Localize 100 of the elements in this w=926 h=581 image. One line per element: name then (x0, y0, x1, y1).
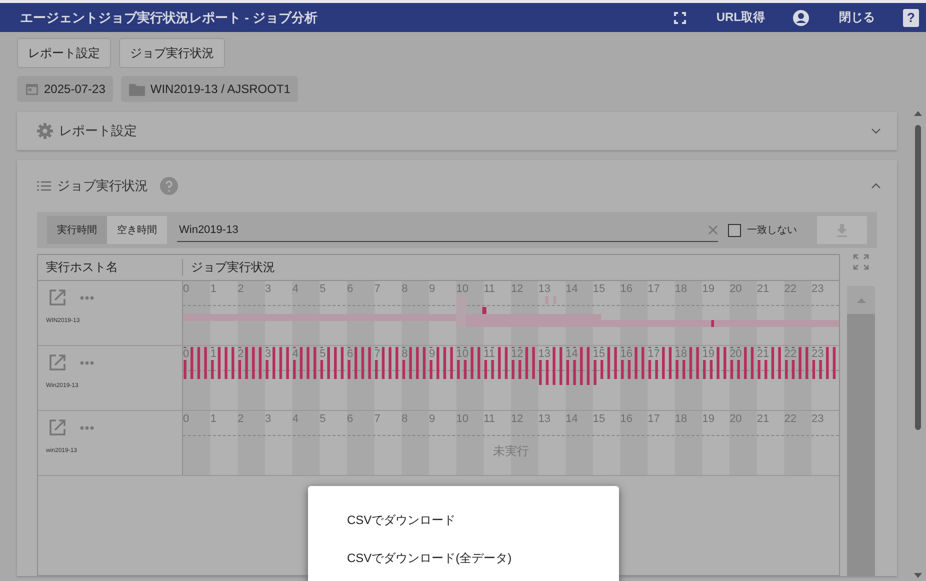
hour-label: 3 (264, 283, 272, 295)
hour-label: 17 (648, 413, 660, 425)
hour-label: 13 (538, 283, 551, 295)
hour-label: 16 (620, 348, 632, 360)
hour-label: 1 (210, 283, 216, 295)
hour-label: 13 (538, 348, 551, 360)
more-icon[interactable] (80, 360, 94, 364)
hour-label: 15 (592, 283, 606, 295)
hour-label: 2 (238, 283, 244, 295)
hour-label: 3 (264, 348, 272, 360)
hour-label: 20 (730, 413, 742, 425)
hour-label: 10 (456, 283, 469, 295)
help-icon[interactable] (160, 177, 178, 195)
hour-label: 5 (320, 348, 326, 360)
hour-label: 19 (702, 348, 714, 360)
checkbox-label: 一致しない (747, 224, 797, 237)
edit-icon[interactable] (49, 419, 66, 436)
nav-button[interactable]: レポート設定 (17, 38, 111, 68)
hour-label: 3 (264, 413, 272, 425)
nav-button[interactable]: ジョブ実行状況 (119, 38, 225, 68)
download-icon (836, 224, 848, 236)
menu-item[interactable]: CSVでダウンロード(全データ) (308, 544, 551, 570)
hour-label: 18 (674, 348, 688, 360)
hour-label: 0 (183, 413, 190, 425)
expand-icon[interactable] (853, 254, 869, 270)
clear-icon[interactable] (708, 224, 718, 234)
close-button[interactable]: 閉じる (839, 9, 875, 26)
hour-label: 14 (566, 413, 578, 425)
panel-header[interactable]: レポート設定 (17, 112, 897, 150)
more-icon[interactable] (80, 296, 94, 300)
hour-label: 9 (428, 348, 436, 360)
hour-label: 6 (346, 283, 354, 295)
hour-label: 5 (320, 413, 326, 425)
menu-item[interactable]: CSVでダウンロード (308, 506, 495, 532)
hour-label: 11 (484, 348, 496, 360)
url-button[interactable]: URL取得 (716, 9, 765, 26)
hour-label: 8 (402, 348, 408, 360)
hour-label: 11 (484, 283, 496, 295)
hour-label: 23 (812, 283, 824, 295)
hour-label: 16 (620, 283, 632, 295)
scrollbar[interactable] (847, 286, 875, 576)
folder-chip[interactable]: WIN2019-13 / AJSROOT1 (121, 76, 298, 102)
hour-label: 17 (648, 283, 660, 295)
hour-label: 1 (210, 413, 216, 425)
edit-icon[interactable] (49, 289, 66, 306)
filter-field[interactable]: Win2019-13 (177, 222, 708, 236)
hour-label: 14 (566, 348, 578, 360)
hour-label: 7 (374, 413, 380, 425)
hour-label: 10 (456, 413, 469, 425)
hour-label: 2 (238, 348, 244, 360)
more-icon[interactable] (80, 426, 94, 430)
date-chip[interactable]: 2025-07-23 (17, 76, 114, 102)
list-icon (37, 181, 51, 191)
hour-label: 21 (756, 413, 770, 425)
hour-label: 6 (346, 348, 354, 360)
hour-label: 22 (784, 283, 796, 295)
hour-label: 6 (346, 413, 354, 425)
user-icon[interactable] (793, 10, 809, 26)
hour-label: 7 (374, 283, 380, 295)
hour-label: 4 (292, 348, 298, 360)
hour-label: 10 (456, 348, 469, 360)
hour-label: 4 (292, 283, 298, 295)
folder-icon (129, 82, 146, 96)
checkbox[interactable] (728, 224, 741, 236)
panel-header[interactable]: ジョブ実行状況 (17, 160, 897, 212)
hour-label: 18 (674, 413, 688, 425)
fullscreen-icon[interactable] (674, 12, 686, 24)
edit-icon[interactable] (49, 354, 66, 371)
hour-label: 0 (183, 348, 190, 360)
hour-label: 15 (592, 413, 606, 425)
hour-label: 13 (538, 413, 551, 425)
mode-tab[interactable]: 実行時間 (47, 216, 107, 244)
panel-title: レポート設定 (59, 122, 137, 140)
hour-label: 9 (428, 413, 436, 425)
hour-label: 17 (648, 348, 660, 360)
hour-label: 4 (292, 413, 298, 425)
hour-label: 7 (374, 348, 380, 360)
mode-tab[interactable]: 空き時間 (107, 216, 167, 244)
hour-label: 14 (566, 283, 578, 295)
hour-label: 18 (674, 283, 688, 295)
column-header: ジョブ実行状況 (190, 259, 276, 276)
hour-label: 11 (484, 413, 496, 425)
hour-label: 22 (784, 413, 796, 425)
calendar-icon (25, 82, 39, 96)
hour-label: 0 (183, 283, 190, 295)
hour-label: 19 (702, 413, 714, 425)
help-button[interactable]: ? (903, 8, 919, 26)
hour-label: 16 (620, 413, 632, 425)
hour-label: 1 (210, 348, 216, 360)
hour-label: 2 (238, 413, 244, 425)
hour-label: 12 (510, 413, 524, 425)
hour-label: 12 (510, 283, 524, 295)
chevron-icon[interactable] (871, 183, 881, 189)
hour-label: 22 (784, 348, 796, 360)
hour-label: 8 (402, 413, 408, 425)
scroll-up-icon[interactable] (856, 298, 866, 302)
panel-title: ジョブ実行状況 (57, 177, 148, 195)
gear-icon (37, 123, 53, 139)
download-button[interactable] (817, 216, 867, 244)
chevron-icon[interactable] (871, 128, 881, 134)
